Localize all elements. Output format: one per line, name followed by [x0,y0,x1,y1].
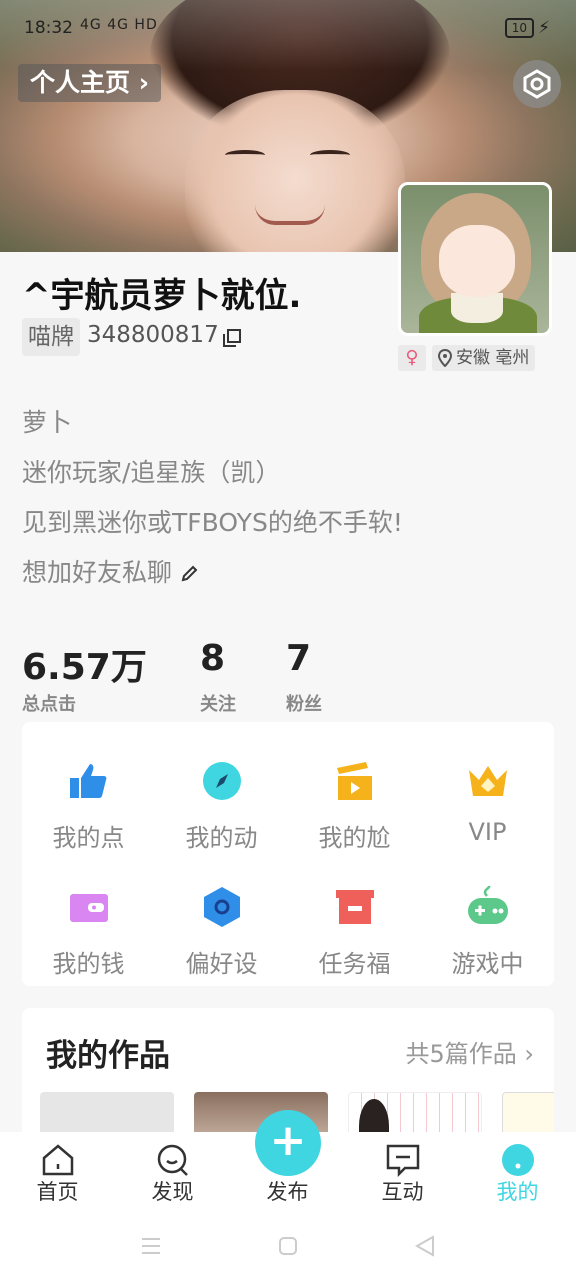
nav-discover[interactable]: 发现 [115,1132,230,1212]
home-icon [42,1144,74,1176]
personal-homepage-button[interactable]: 个人主页 › [18,64,162,102]
menu-icon[interactable] [140,1236,162,1256]
bio-line: 见到黑迷你或TFBOYS的绝不手软! [22,508,403,537]
back-triangle-icon[interactable] [414,1235,436,1257]
home-square-icon[interactable] [278,1236,298,1256]
avatar[interactable] [398,182,552,336]
location-pin-icon [438,349,452,367]
gamepad-icon [468,886,508,924]
grid-item-wallet[interactable]: 我的钱 [22,858,155,978]
thumbs-up-icon [70,764,107,798]
stat-fans-value[interactable]: 7 [286,638,311,679]
nav-home[interactable]: 首页 [0,1132,115,1212]
stat-fans-label: 粉丝 [286,694,322,715]
grid-item-moments[interactable]: 我的动 [155,732,288,852]
wallet-icon [70,894,108,922]
nickname: ^宇航员萝卜就位. [22,276,302,316]
profile-icon [502,1144,534,1176]
stat-total-clicks-value[interactable]: 6.57万 [22,638,147,690]
function-grid: 我的点 我的动 我的尬 VIP 我的钱 偏好设 任务福 游戏中 [22,722,554,986]
battery-indicator: 10 ⚡ [504,18,550,38]
grid-item-vip[interactable]: VIP [421,732,554,852]
crown-icon [469,766,507,796]
badge-tag: 喵牌 [22,318,80,356]
publish-plus-button[interactable]: + [255,1110,321,1176]
grid-item-awkward[interactable]: 我的尬 [288,732,421,852]
works-count-link[interactable]: 共5篇作品 › [406,1034,535,1069]
copy-icon[interactable] [222,328,242,348]
stat-total-clicks-label: 总点击 [22,694,76,715]
location-tag: 安徽 亳州 [432,345,536,371]
edit-icon[interactable] [180,563,200,583]
grid-item-games[interactable]: 游戏中 [421,858,554,978]
gift-box-icon [336,890,374,924]
user-id: 348800817 [87,322,219,348]
status-time: 18:32 [24,18,73,38]
grid-item-likes[interactable]: 我的点 [22,732,155,852]
nav-me[interactable]: 我的 [460,1132,575,1212]
status-bar: 18:32 4G 4G HD 10 ⚡ [0,0,576,56]
banner-photo-face [185,90,405,252]
gender-female-icon: ♀ [398,345,426,371]
battery-icon: 10 [504,18,535,38]
location-text: 安徽 亳州 [456,348,530,368]
works-title: 我的作品 [46,1038,170,1074]
system-navigation-bar [0,1212,576,1280]
banner-photo-eye [225,150,265,160]
hexagon-settings-icon [523,69,551,99]
banner-photo-eye [310,150,350,160]
clapperboard-icon [337,762,372,800]
charging-icon: ⚡ [538,18,550,38]
banner-photo-smile [255,205,325,225]
grid-item-preferences[interactable]: 偏好设 [155,858,288,978]
stat-following-label: 关注 [200,694,236,715]
discover-search-icon [157,1144,188,1176]
message-icon [386,1144,420,1178]
hexagon-settings-icon [204,887,240,927]
bio-line[interactable]: 想加好友私聊 [22,553,200,589]
grid-item-tasks[interactable]: 任务福 [288,858,421,978]
settings-button[interactable] [513,60,561,108]
nav-interaction[interactable]: 互动 [345,1132,460,1212]
signal-icon: 4G 4G HD [80,17,158,33]
compass-icon [203,762,241,800]
bio-line: 迷你玩家/追星族（凯） [22,458,281,487]
bio-line: 萝卜 [22,408,73,437]
stat-following-value[interactable]: 8 [200,638,225,679]
